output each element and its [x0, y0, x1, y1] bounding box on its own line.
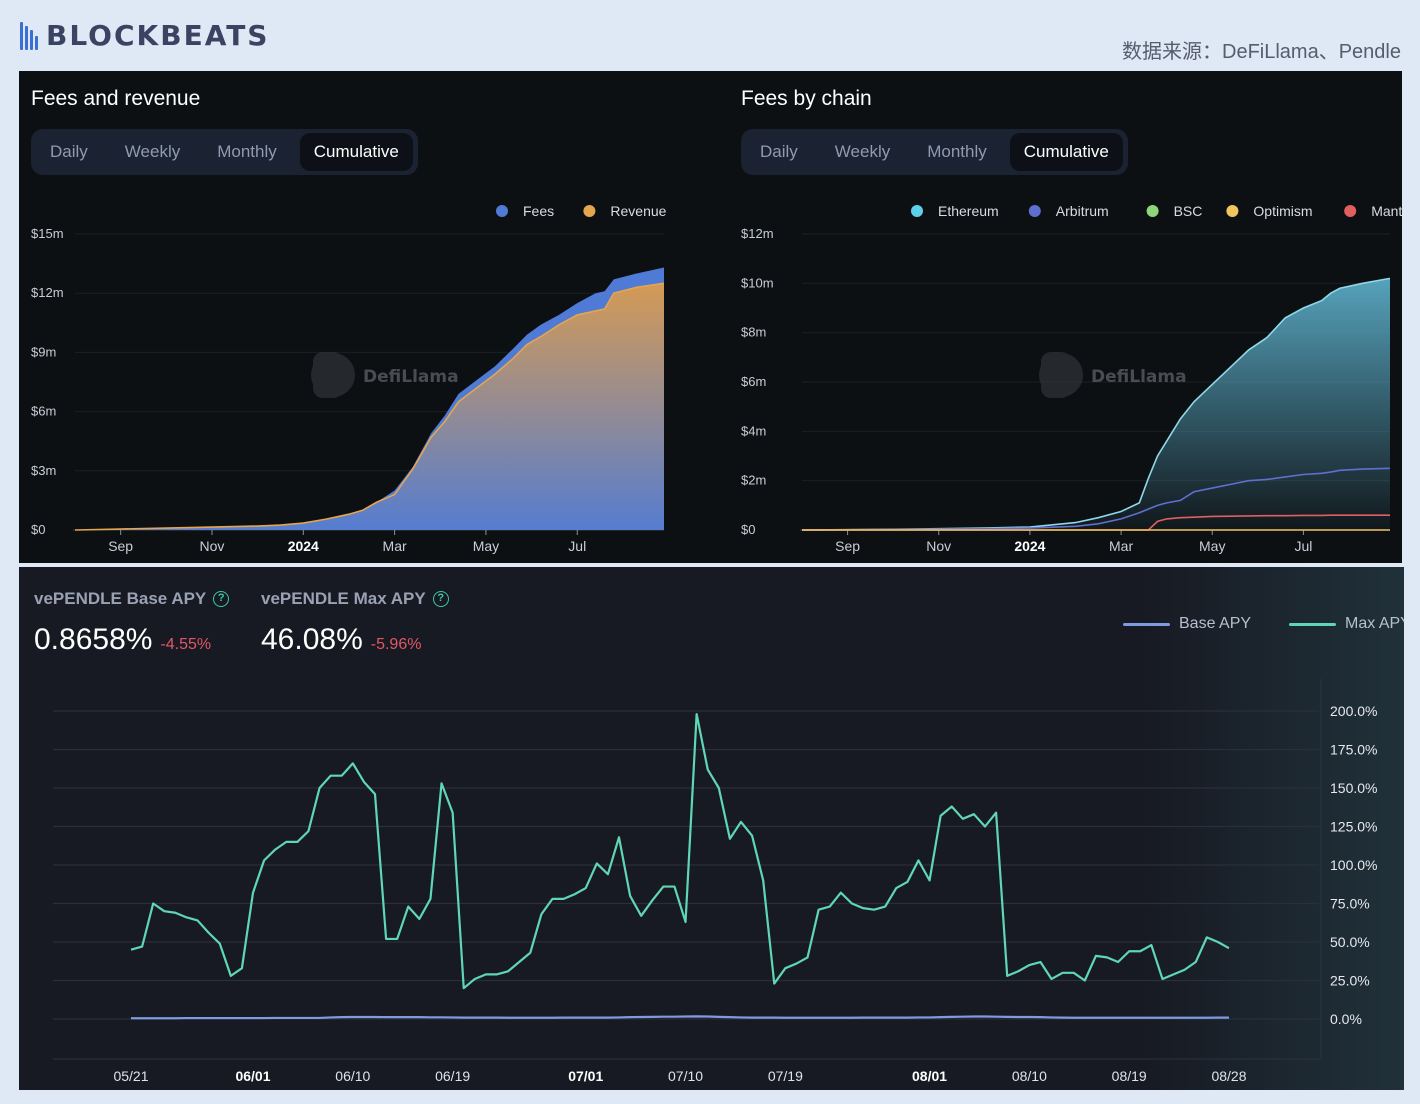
x-tick-label: Mar — [1109, 538, 1133, 554]
fees-revenue-panel: Fees and revenue Daily Weekly Monthly Cu… — [19, 71, 729, 563]
legend-label: Ethereum — [938, 203, 999, 219]
logo-bars-icon — [20, 20, 42, 50]
y-tick-label: $10m — [741, 275, 774, 290]
y-tick-label: 25.0% — [1330, 973, 1370, 989]
legend-dot-icon — [1146, 205, 1159, 217]
vependle-apy-panel: vePENDLE Base APY ? 0.8658% -4.55% vePEN… — [19, 567, 1404, 1090]
x-tick-label: 06/10 — [335, 1068, 370, 1084]
logo-text: BLOCKBEATS — [46, 18, 270, 52]
legend-dot-icon — [1344, 205, 1357, 217]
x-tick-label: 08/10 — [1012, 1068, 1047, 1084]
y-tick-label: $0 — [741, 522, 755, 537]
y-tick-label: $12m — [31, 285, 64, 300]
area-revenue — [75, 283, 664, 530]
y-tick-label: $6m — [31, 404, 56, 419]
x-tick-label: Jul — [568, 538, 586, 554]
legend-dot-icon — [583, 205, 596, 217]
data-source-note: 数据来源：DeFiLlama、Pendle — [1122, 41, 1401, 63]
y-tick-label: $6m — [741, 374, 766, 389]
x-tick-label: 07/10 — [668, 1068, 703, 1084]
y-tick-label: $8m — [741, 325, 766, 340]
x-tick-label: 06/01 — [235, 1068, 270, 1084]
y-tick-label: $12m — [741, 226, 774, 241]
legend-dot-icon — [1028, 205, 1041, 217]
fees-revenue-chart: $0 $3m $6m $9m $12m $15m Sep Nov 2024 Mar May Jul De… — [31, 203, 667, 554]
y-tick-label: $9m — [31, 344, 56, 359]
legend-dot-icon — [911, 205, 923, 217]
x-tick-label: 06/19 — [435, 1068, 470, 1084]
y-tick-label: 75.0% — [1330, 896, 1370, 912]
defillama-logo-icon — [311, 353, 355, 397]
x-tick-label: 08/01 — [912, 1068, 947, 1084]
x-tick-label: 07/01 — [568, 1068, 603, 1084]
legend-dot-icon — [496, 205, 508, 217]
x-tick-label: Jul — [1294, 538, 1312, 554]
defillama-watermark: DefiLlama — [311, 352, 459, 398]
defillama-watermark: DefiLlama — [1039, 352, 1187, 398]
series-line-max-apy — [130, 712, 1230, 990]
legend-label: Mantle — [1371, 203, 1402, 219]
watermark-text: DefiLlama — [363, 367, 459, 387]
x-tick-label: 2024 — [288, 538, 319, 554]
legend-dot-icon — [1226, 205, 1239, 217]
y-tick-label: $4m — [741, 423, 766, 438]
x-tick-label: 08/28 — [1211, 1068, 1246, 1084]
legend-label: BSC — [1174, 203, 1203, 219]
blockbeats-logo: BLOCKBEATS — [20, 18, 269, 52]
watermark-text: DefiLlama — [1091, 367, 1187, 387]
legend-label: Revenue — [610, 203, 666, 219]
area-ethereum — [802, 278, 1390, 530]
legend-label: Optimism — [1253, 203, 1312, 219]
x-tick-label: Sep — [108, 538, 133, 554]
x-tick-label: Nov — [200, 538, 225, 554]
x-tick-label: May — [473, 538, 499, 554]
y-tick-label: 125.0% — [1330, 819, 1377, 835]
y-tick-label: 0.0% — [1330, 1011, 1362, 1027]
x-tick-label: Mar — [383, 538, 407, 554]
y-tick-label: 175.0% — [1330, 742, 1377, 758]
x-tick-label: 07/19 — [768, 1068, 803, 1084]
fees-by-chain-panel: Fees by chain Daily Weekly Monthly Cumul… — [729, 71, 1402, 563]
y-tick-label: 100.0% — [1330, 857, 1377, 873]
y-tick-label: $0 — [31, 522, 45, 537]
vependle-apy-chart: 0.0% 25.0% 50.0% 75.0% 100.0% 125.0% 150.0% 175… — [53, 679, 1377, 1084]
x-tick-label: Nov — [926, 538, 951, 554]
legend-label: Fees — [523, 203, 554, 219]
x-tick-label: Sep — [835, 538, 860, 554]
legend-label: Arbitrum — [1056, 203, 1109, 219]
y-tick-label: 150.0% — [1330, 780, 1377, 796]
fees-by-chain-chart: $0 $2m $4m $6m $8m $10m $12m Sep Nov 2024 Mar May Ju… — [741, 203, 1402, 554]
x-tick-label: May — [1199, 538, 1225, 554]
y-tick-label: 50.0% — [1330, 934, 1370, 950]
x-tick-label: 2024 — [1014, 538, 1045, 554]
x-tick-label: 05/21 — [113, 1068, 148, 1084]
series-line-base-apy — [131, 1015, 1229, 1020]
y-tick-label: $2m — [741, 473, 766, 488]
y-tick-label: $15m — [31, 226, 64, 241]
y-tick-label: 200.0% — [1330, 703, 1377, 719]
y-tick-label: $3m — [31, 463, 56, 478]
x-tick-label: 08/19 — [1112, 1068, 1147, 1084]
defillama-logo-icon — [1039, 353, 1083, 397]
